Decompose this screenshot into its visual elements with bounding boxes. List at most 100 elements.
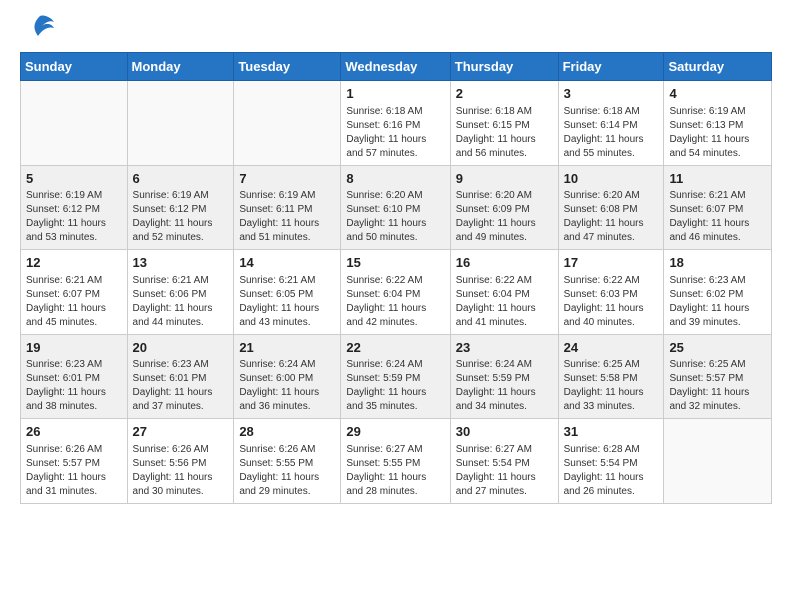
day-number: 24 [564, 339, 659, 357]
weekday-header-wednesday: Wednesday [341, 53, 450, 81]
calendar-cell: 31 Sunrise: 6:28 AM Sunset: 5:54 PM Dayli… [558, 419, 664, 504]
day-number: 10 [564, 170, 659, 188]
calendar-cell [21, 81, 128, 166]
calendar-week-row: 1 Sunrise: 6:18 AM Sunset: 6:16 PM Daylig… [21, 81, 772, 166]
calendar-cell: 25Sunrise: 6:25 AM Sunset: 5:57 PM Dayli… [664, 334, 772, 419]
calendar-cell: 10Sunrise: 6:20 AM Sunset: 6:08 PM Dayli… [558, 165, 664, 250]
day-info: Sunrise: 6:22 AM Sunset: 6:04 PM Dayligh… [456, 274, 553, 330]
day-number: 8 [346, 170, 444, 188]
day-number: 16 [456, 254, 553, 272]
weekday-header-monday: Monday [127, 53, 234, 81]
calendar-week-row: 5Sunrise: 6:19 AM Sunset: 6:12 PM Daylig… [21, 165, 772, 250]
day-number: 29 [346, 423, 444, 441]
calendar-cell: 21Sunrise: 6:24 AM Sunset: 6:00 PM Dayli… [234, 334, 341, 419]
day-info: Sunrise: 6:21 AM Sunset: 6:06 PM Dayligh… [133, 274, 229, 330]
calendar-cell: 1 Sunrise: 6:18 AM Sunset: 6:16 PM Daylig… [341, 81, 450, 166]
weekday-header-thursday: Thursday [450, 53, 558, 81]
calendar-week-row: 19Sunrise: 6:23 AM Sunset: 6:01 PM Dayli… [21, 334, 772, 419]
day-number: 15 [346, 254, 444, 272]
calendar-week-row: 26Sunrise: 6:26 AM Sunset: 5:57 PM Dayli… [21, 419, 772, 504]
day-info: Sunrise: 6:25 AM Sunset: 5:57 PM Dayligh… [669, 358, 766, 414]
day-number: 9 [456, 170, 553, 188]
day-number: 14 [239, 254, 335, 272]
day-number: 28 [239, 423, 335, 441]
calendar-cell: 28 Sunrise: 6:26 AM Sunset: 5:55 PM Dayli… [234, 419, 341, 504]
weekday-header-saturday: Saturday [664, 53, 772, 81]
day-number: 20 [133, 339, 229, 357]
day-info: Sunrise: 6:26 AM Sunset: 5:56 PM Dayligh… [133, 443, 229, 499]
day-number: 3 [564, 85, 659, 103]
page: SundayMondayTuesdayWednesdayThursdayFrid… [0, 0, 792, 612]
calendar-cell: 2 Sunrise: 6:18 AM Sunset: 6:15 PM Daylig… [450, 81, 558, 166]
weekday-header-tuesday: Tuesday [234, 53, 341, 81]
day-info: Sunrise: 6:20 AM Sunset: 6:09 PM Dayligh… [456, 189, 553, 245]
calendar-cell: 26Sunrise: 6:26 AM Sunset: 5:57 PM Dayli… [21, 419, 128, 504]
day-number: 23 [456, 339, 553, 357]
calendar-cell [127, 81, 234, 166]
calendar-cell [664, 419, 772, 504]
day-number: 5 [26, 170, 122, 188]
day-info: Sunrise: 6:24 AM Sunset: 6:00 PM Dayligh… [239, 358, 335, 414]
calendar-cell: 7Sunrise: 6:19 AM Sunset: 6:11 PM Daylig… [234, 165, 341, 250]
calendar-cell: 14 Sunrise: 6:21 AM Sunset: 6:05 PM Dayli… [234, 250, 341, 335]
calendar-cell: 5Sunrise: 6:19 AM Sunset: 6:12 PM Daylig… [21, 165, 128, 250]
day-number: 31 [564, 423, 659, 441]
day-info: Sunrise: 6:20 AM Sunset: 6:08 PM Dayligh… [564, 189, 659, 245]
day-info: Sunrise: 6:25 AM Sunset: 5:58 PM Dayligh… [564, 358, 659, 414]
day-info: Sunrise: 6:21 AM Sunset: 6:05 PM Dayligh… [239, 274, 335, 330]
calendar-cell: 15 Sunrise: 6:22 AM Sunset: 6:04 PM Dayli… [341, 250, 450, 335]
day-info: Sunrise: 6:23 AM Sunset: 6:01 PM Dayligh… [26, 358, 122, 414]
calendar-cell: 6Sunrise: 6:19 AM Sunset: 6:12 PM Daylig… [127, 165, 234, 250]
calendar-cell: 3Sunrise: 6:18 AM Sunset: 6:14 PM Daylig… [558, 81, 664, 166]
day-info: Sunrise: 6:19 AM Sunset: 6:12 PM Dayligh… [26, 189, 122, 245]
calendar-cell: 30Sunrise: 6:27 AM Sunset: 5:54 PM Dayli… [450, 419, 558, 504]
day-number: 1 [346, 85, 444, 103]
calendar-cell: 9Sunrise: 6:20 AM Sunset: 6:09 PM Daylig… [450, 165, 558, 250]
day-info: Sunrise: 6:23 AM Sunset: 6:01 PM Dayligh… [133, 358, 229, 414]
day-info: Sunrise: 6:21 AM Sunset: 6:07 PM Dayligh… [26, 274, 122, 330]
day-number: 22 [346, 339, 444, 357]
day-info: Sunrise: 6:19 AM Sunset: 6:11 PM Dayligh… [239, 189, 335, 245]
calendar-cell: 24Sunrise: 6:25 AM Sunset: 5:58 PM Dayli… [558, 334, 664, 419]
calendar-cell: 13 Sunrise: 6:21 AM Sunset: 6:06 PM Dayli… [127, 250, 234, 335]
calendar-cell: 16 Sunrise: 6:22 AM Sunset: 6:04 PM Dayli… [450, 250, 558, 335]
day-number: 27 [133, 423, 229, 441]
calendar-cell: 29 Sunrise: 6:27 AM Sunset: 5:55 PM Dayli… [341, 419, 450, 504]
calendar-cell: 19Sunrise: 6:23 AM Sunset: 6:01 PM Dayli… [21, 334, 128, 419]
day-info: Sunrise: 6:18 AM Sunset: 6:15 PM Dayligh… [456, 105, 553, 161]
calendar-table: SundayMondayTuesdayWednesdayThursdayFrid… [20, 52, 772, 504]
day-info: Sunrise: 6:22 AM Sunset: 6:03 PM Dayligh… [564, 274, 659, 330]
day-number: 13 [133, 254, 229, 272]
calendar-cell: 18Sunrise: 6:23 AM Sunset: 6:02 PM Dayli… [664, 250, 772, 335]
calendar-cell: 4 Sunrise: 6:19 AM Sunset: 6:13 PM Daylig… [664, 81, 772, 166]
weekday-header-sunday: Sunday [21, 53, 128, 81]
day-info: Sunrise: 6:19 AM Sunset: 6:13 PM Dayligh… [669, 105, 766, 161]
day-number: 25 [669, 339, 766, 357]
day-info: Sunrise: 6:18 AM Sunset: 6:16 PM Dayligh… [346, 105, 444, 161]
calendar-cell: 23Sunrise: 6:24 AM Sunset: 5:59 PM Dayli… [450, 334, 558, 419]
calendar-cell: 8Sunrise: 6:20 AM Sunset: 6:10 PM Daylig… [341, 165, 450, 250]
day-number: 7 [239, 170, 335, 188]
day-number: 21 [239, 339, 335, 357]
header [20, 16, 772, 42]
day-info: Sunrise: 6:21 AM Sunset: 6:07 PM Dayligh… [669, 189, 766, 245]
day-number: 17 [564, 254, 659, 272]
calendar-cell [234, 81, 341, 166]
day-info: Sunrise: 6:24 AM Sunset: 5:59 PM Dayligh… [346, 358, 444, 414]
weekday-header-friday: Friday [558, 53, 664, 81]
weekday-header-row: SundayMondayTuesdayWednesdayThursdayFrid… [21, 53, 772, 81]
day-info: Sunrise: 6:22 AM Sunset: 6:04 PM Dayligh… [346, 274, 444, 330]
calendar-cell: 20Sunrise: 6:23 AM Sunset: 6:01 PM Dayli… [127, 334, 234, 419]
calendar-cell: 12Sunrise: 6:21 AM Sunset: 6:07 PM Dayli… [21, 250, 128, 335]
calendar-week-row: 12Sunrise: 6:21 AM Sunset: 6:07 PM Dayli… [21, 250, 772, 335]
day-number: 4 [669, 85, 766, 103]
day-info: Sunrise: 6:19 AM Sunset: 6:12 PM Dayligh… [133, 189, 229, 245]
day-info: Sunrise: 6:26 AM Sunset: 5:55 PM Dayligh… [239, 443, 335, 499]
calendar-cell: 11Sunrise: 6:21 AM Sunset: 6:07 PM Dayli… [664, 165, 772, 250]
day-number: 26 [26, 423, 122, 441]
day-info: Sunrise: 6:28 AM Sunset: 5:54 PM Dayligh… [564, 443, 659, 499]
day-number: 11 [669, 170, 766, 188]
day-info: Sunrise: 6:24 AM Sunset: 5:59 PM Dayligh… [456, 358, 553, 414]
day-info: Sunrise: 6:27 AM Sunset: 5:55 PM Dayligh… [346, 443, 444, 499]
day-number: 2 [456, 85, 553, 103]
